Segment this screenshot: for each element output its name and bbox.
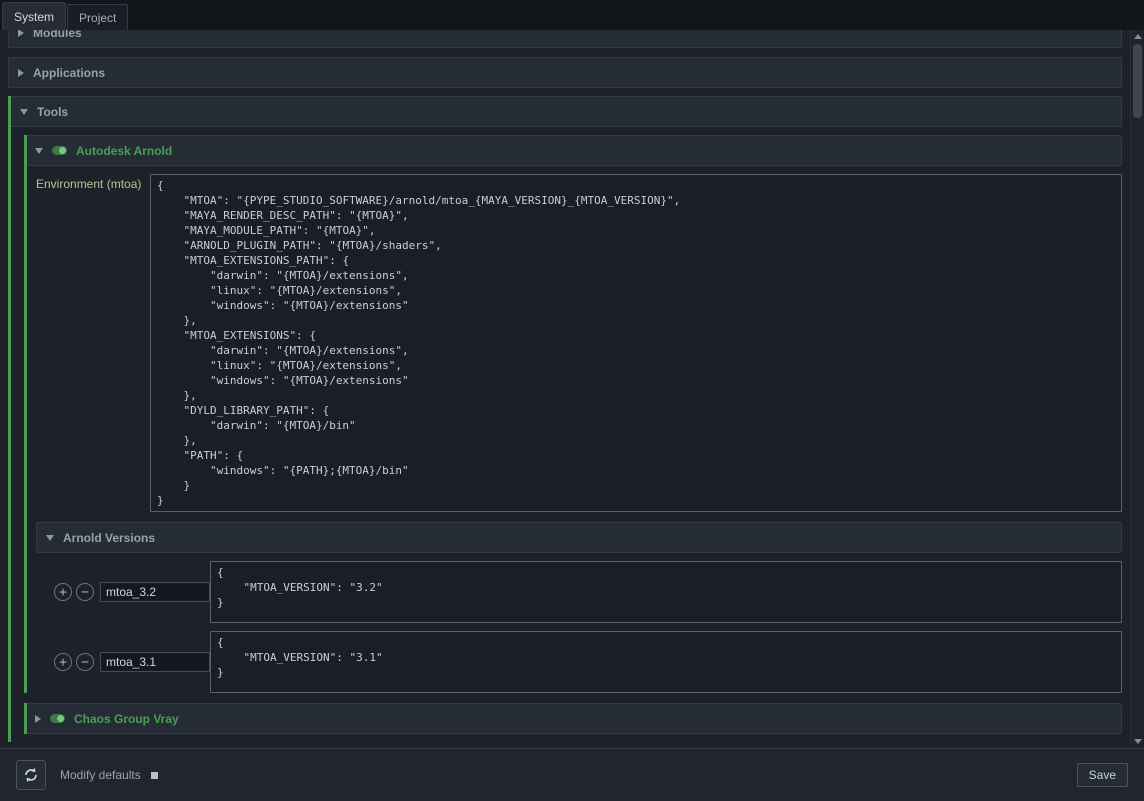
group-autodesk-arnold: Autodesk Arnold Environment (mtoa) { "MT… <box>24 135 1122 693</box>
chevron-down-icon <box>20 109 28 115</box>
refresh-icon <box>23 767 39 783</box>
add-version-button[interactable] <box>54 653 72 671</box>
chevron-right-icon <box>18 30 24 37</box>
section-title-modules: Modules <box>33 30 82 40</box>
version-row-mtoa-3-1: { "MTOA_VERSION": "3.1" } <box>36 631 1122 693</box>
settings-scroll-area: Modules Applications Tools Autodesk Arno… <box>0 30 1130 748</box>
version-key-input[interactable] <box>100 652 210 672</box>
version-key-input[interactable] <box>100 582 210 602</box>
tab-system[interactable]: System <box>2 2 66 30</box>
version-row-mtoa-3-2: { "MTOA_VERSION": "3.2" } <box>36 561 1122 623</box>
save-button[interactable]: Save <box>1077 763 1128 787</box>
modify-defaults-indicator <box>151 772 158 779</box>
section-header-tools[interactable]: Tools <box>11 96 1122 127</box>
section-title-tools: Tools <box>37 105 68 119</box>
add-version-button[interactable] <box>54 583 72 601</box>
group-chaos-group-vray: Chaos Group Vray <box>24 703 1122 734</box>
section-tools: Tools Autodesk Arnold Environment (mtoa)… <box>8 96 1122 742</box>
vray-enabled-toggle[interactable] <box>50 714 65 723</box>
group-header-arnold[interactable]: Autodesk Arnold <box>27 135 1122 166</box>
chevron-right-icon <box>18 69 24 77</box>
group-title-vray: Chaos Group Vray <box>74 712 179 726</box>
scrollbar-thumb[interactable] <box>1133 44 1142 118</box>
arnold-enabled-toggle[interactable] <box>52 146 67 155</box>
triangle-up-icon <box>1134 34 1142 39</box>
section-title-applications: Applications <box>33 66 105 80</box>
remove-version-button[interactable] <box>76 583 94 601</box>
section-title-arnold-versions: Arnold Versions <box>63 531 155 545</box>
main-tabbar: System Project <box>0 0 1144 30</box>
tools-body: Autodesk Arnold Environment (mtoa) { "MT… <box>11 127 1122 742</box>
chevron-right-icon <box>35 715 41 723</box>
section-header-modules[interactable]: Modules <box>8 30 1122 48</box>
scrollbar-up-button[interactable] <box>1131 30 1144 43</box>
chevron-down-icon <box>46 535 54 541</box>
modify-defaults-label: Modify defaults <box>60 768 141 782</box>
settings-content: Modules Applications Tools Autodesk Arno… <box>8 30 1122 742</box>
remove-version-button[interactable] <box>76 653 94 671</box>
triangle-down-icon <box>1134 739 1142 744</box>
environment-label: Environment (mtoa) <box>36 174 150 191</box>
group-title-arnold: Autodesk Arnold <box>76 144 172 158</box>
footer-bar: Modify defaults Save <box>0 748 1144 801</box>
version-row-controls <box>36 652 210 672</box>
scrollbar-down-button[interactable] <box>1131 735 1144 748</box>
environment-row: Environment (mtoa) { "MTOA": "{PYPE_STUD… <box>36 174 1122 512</box>
tab-project[interactable]: Project <box>67 4 128 30</box>
section-header-arnold-versions[interactable]: Arnold Versions <box>36 522 1122 553</box>
section-header-applications[interactable]: Applications <box>8 57 1122 88</box>
group-header-vray[interactable]: Chaos Group Vray <box>27 703 1122 734</box>
refresh-button[interactable] <box>16 760 46 790</box>
vertical-scrollbar[interactable] <box>1130 30 1144 748</box>
version-json-textarea[interactable]: { "MTOA_VERSION": "3.1" } <box>210 631 1122 693</box>
version-json-textarea[interactable]: { "MTOA_VERSION": "3.2" } <box>210 561 1122 623</box>
environment-json-textarea[interactable]: { "MTOA": "{PYPE_STUDIO_SOFTWARE}/arnold… <box>150 174 1122 512</box>
chevron-down-icon <box>35 148 43 154</box>
version-row-controls <box>36 582 210 602</box>
